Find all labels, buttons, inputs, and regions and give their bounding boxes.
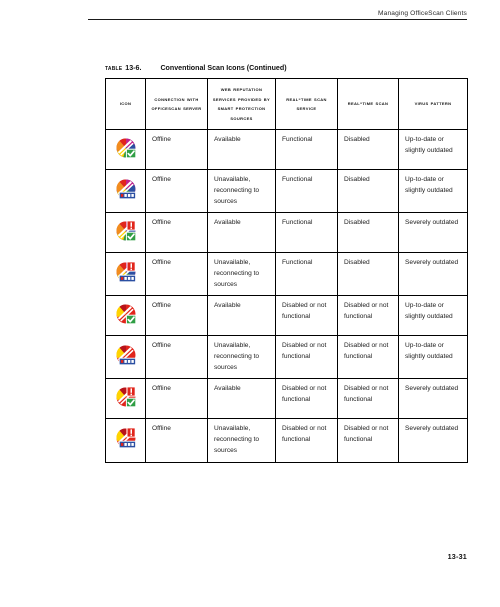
table-row: Offline Available Disabled or not function… (105, 378, 468, 420)
cell-realtime-scan: Disabled or not functional (337, 335, 399, 380)
cell-realtime-scan: Disabled (337, 169, 399, 214)
cell-icon (105, 378, 146, 420)
cell-virus-pattern: Up-to-date or slightly outdated (398, 335, 468, 380)
cell-web-reputation: Unavailable, reconnecting to sources (207, 418, 276, 463)
cell-web-reputation: Unavailable, reconnecting to sources (207, 252, 276, 297)
offline-multicolor-alert-bar-icon (115, 261, 137, 283)
cell-realtime-scan-service: Disabled or not functional (275, 378, 338, 420)
page-running-header: Managing OfficeScan Clients (88, 10, 467, 20)
cell-web-reputation: Available (207, 295, 276, 337)
table-caption: Table 13-6. Conventional Scan Icons (Con… (105, 64, 287, 72)
cell-realtime-scan-service: Disabled or not functional (275, 335, 338, 380)
cell-virus-pattern: Severely outdated (398, 418, 468, 463)
cell-realtime-scan-service: Functional (275, 212, 338, 254)
caption-title: Conventional Scan Icons (Continued) (160, 64, 287, 72)
table-row: Offline Unavailable, reconnecting to sour… (105, 418, 468, 463)
cell-web-reputation: Unavailable, reconnecting to sources (207, 169, 276, 214)
cell-icon (105, 295, 146, 337)
cell-connection: Offline (145, 129, 208, 171)
cell-icon (105, 252, 146, 297)
cell-realtime-scan: Disabled (337, 212, 399, 254)
cell-virus-pattern: Severely outdated (398, 212, 468, 254)
offline-red-check-icon (115, 303, 137, 325)
column-header-icon: Icon (105, 77, 146, 131)
cell-icon (105, 169, 146, 214)
cell-icon (105, 335, 146, 380)
cell-icon (105, 129, 146, 171)
table-header: Icon Connection with OfficeScan Server W… (105, 77, 468, 131)
offline-red-alert-check-icon (115, 386, 137, 408)
cell-web-reputation: Available (207, 129, 276, 171)
cell-web-reputation: Unavailable, reconnecting to sources (207, 335, 276, 380)
cell-realtime-scan: Disabled or not functional (337, 378, 399, 420)
cell-realtime-scan: Disabled (337, 129, 399, 171)
cell-connection: Offline (145, 212, 208, 254)
cell-realtime-scan-service: Disabled or not functional (275, 418, 338, 463)
table-body: Offline Available Functional Disabled Up-to-… (105, 129, 468, 463)
table-row: Offline Available Functional Disabled Severe… (105, 212, 468, 254)
cell-web-reputation: Available (207, 378, 276, 420)
cell-connection: Offline (145, 418, 208, 463)
caption-label: Table (105, 64, 123, 72)
offline-red-alert-bar-icon (115, 427, 137, 449)
cell-virus-pattern: Severely outdated (398, 378, 468, 420)
offline-multicolor-alert-check-icon (115, 220, 137, 242)
table-row: Offline Unavailable, reconnecting to sour… (105, 252, 468, 297)
cell-connection: Offline (145, 335, 208, 380)
table-row: Offline Available Disabled or not function… (105, 295, 468, 337)
cell-virus-pattern: Up-to-date or slightly outdated (398, 169, 468, 214)
conventional-scan-icons-table: Icon Connection with OfficeScan Server W… (105, 77, 468, 463)
cell-virus-pattern: Up-to-date or slightly outdated (398, 129, 468, 171)
cell-connection: Offline (145, 378, 208, 420)
column-header-realtime-scan: Real-time Scan (337, 77, 399, 131)
offline-multicolor-check-icon (115, 137, 137, 159)
column-header-virus-pattern: Virus Pattern (398, 77, 468, 131)
cell-realtime-scan-service: Functional (275, 129, 338, 171)
caption-number: 13-6. (125, 64, 142, 72)
cell-realtime-scan-service: Disabled or not functional (275, 295, 338, 337)
cell-realtime-scan: Disabled or not functional (337, 418, 399, 463)
column-header-web-reputation: Web Reputation Services provided by Smar… (207, 77, 276, 131)
cell-icon (105, 212, 146, 254)
running-head-text: Managing OfficeScan Clients (378, 10, 467, 17)
cell-virus-pattern: Up-to-date or slightly outdated (398, 295, 468, 337)
header-rule (88, 19, 467, 20)
cell-realtime-scan-service: Functional (275, 169, 338, 214)
cell-virus-pattern: Severely outdated (398, 252, 468, 297)
cell-icon (105, 418, 146, 463)
table-header-row: Icon Connection with OfficeScan Server W… (105, 77, 468, 131)
column-header-realtime-scan-service: Real-time Scan Service (275, 77, 338, 131)
cell-realtime-scan-service: Functional (275, 252, 338, 297)
table-row: Offline Available Functional Disabled Up-to-… (105, 129, 468, 171)
offline-multicolor-bar-icon (115, 178, 137, 200)
column-header-connection: Connection with OfficeScan Server (145, 77, 208, 131)
cell-realtime-scan: Disabled (337, 252, 399, 297)
table-row: Offline Unavailable, reconnecting to sour… (105, 335, 468, 380)
page-number: 13-31 (447, 552, 467, 561)
cell-connection: Offline (145, 169, 208, 214)
cell-connection: Offline (145, 252, 208, 297)
cell-connection: Offline (145, 295, 208, 337)
offline-red-bar-icon (115, 344, 137, 366)
cell-realtime-scan: Disabled or not functional (337, 295, 399, 337)
table-row: Offline Unavailable, reconnecting to sour… (105, 169, 468, 214)
cell-web-reputation: Available (207, 212, 276, 254)
